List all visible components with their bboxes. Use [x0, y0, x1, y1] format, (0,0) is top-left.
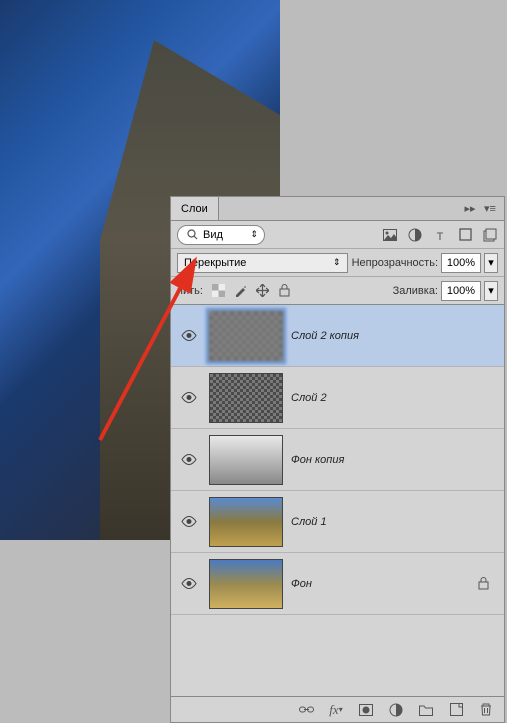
chevron-updown-icon: ⇕: [250, 229, 258, 240]
fill-input[interactable]: 100%: [441, 281, 481, 301]
layer-row[interactable]: Слой 1: [171, 491, 504, 553]
layer-lock-indicator: [478, 577, 498, 590]
chevron-updown-icon: ⇕: [333, 257, 341, 268]
layer-thumbnail[interactable]: [209, 435, 283, 485]
chevron-down-icon: ▾: [488, 284, 494, 297]
visibility-toggle[interactable]: [177, 454, 201, 465]
new-layer-icon[interactable]: [448, 702, 464, 718]
layer-row[interactable]: Фон копия: [171, 429, 504, 491]
panel-footer: fx▾: [171, 696, 504, 722]
lock-position-icon[interactable]: [255, 283, 271, 299]
lock-toolbar: пить: Заливка: 100% ▾: [171, 277, 504, 305]
lock-all-icon[interactable]: [277, 283, 293, 299]
tab-layers[interactable]: Слои: [171, 197, 219, 220]
opacity-label: Непрозрачность:: [352, 257, 438, 269]
panel-menu-icon[interactable]: ▾≡: [482, 201, 498, 217]
delete-layer-icon[interactable]: [478, 702, 494, 718]
fill-label: Заливка:: [393, 285, 438, 297]
layer-name[interactable]: Слой 2 копия: [291, 330, 470, 342]
blend-mode-select[interactable]: Перекрытие ⇕: [177, 253, 348, 273]
visibility-toggle[interactable]: [177, 516, 201, 527]
fill-dropdown[interactable]: ▾: [484, 281, 498, 301]
lock-label: пить:: [177, 285, 203, 297]
chevron-down-icon: ▾: [488, 256, 494, 269]
new-group-icon[interactable]: [418, 702, 434, 718]
link-layers-icon[interactable]: [298, 702, 314, 718]
layer-style-icon[interactable]: fx▾: [328, 702, 344, 718]
blend-mode-value: Перекрытие: [184, 257, 246, 269]
filter-smartobject-icon[interactable]: [482, 227, 498, 243]
layer-thumbnail[interactable]: [209, 311, 283, 361]
visibility-toggle[interactable]: [177, 330, 201, 341]
layer-thumbnail[interactable]: [209, 559, 283, 609]
opacity-dropdown[interactable]: ▾: [484, 253, 498, 273]
svg-text:T: T: [437, 231, 444, 241]
layer-row[interactable]: Слой 2 копия: [171, 305, 504, 367]
adjustment-layer-icon[interactable]: [388, 702, 404, 718]
panel-collapse-icon[interactable]: ▸▸: [462, 201, 478, 217]
opacity-input[interactable]: 100%: [441, 253, 481, 273]
visibility-toggle[interactable]: [177, 392, 201, 403]
filter-type-icon[interactable]: T: [432, 227, 448, 243]
layer-name[interactable]: Слой 2: [291, 392, 470, 404]
filter-toolbar: Вид ⇕ T: [171, 221, 504, 249]
layer-row[interactable]: Слой 2: [171, 367, 504, 429]
filter-type-label: Вид: [203, 229, 223, 241]
layers-list: Слой 2 копия Слой 2 Фон копия Слой 1 Фон: [171, 305, 504, 696]
layer-thumbnail[interactable]: [209, 497, 283, 547]
layers-panel: Слои ▸▸ ▾≡ Вид ⇕ T Перекрытие ⇕ Непрозра…: [170, 196, 505, 723]
lock-pixels-icon[interactable]: [233, 283, 249, 299]
layer-filter-type[interactable]: Вид ⇕: [177, 225, 265, 245]
filter-adjustment-icon[interactable]: [407, 227, 423, 243]
search-icon: [184, 227, 200, 243]
layer-name[interactable]: Слой 1: [291, 516, 470, 528]
layer-name[interactable]: Фон копия: [291, 454, 470, 466]
tab-label: Слои: [181, 203, 208, 215]
lock-transparency-icon[interactable]: [211, 283, 227, 299]
filter-pixel-icon[interactable]: [382, 227, 398, 243]
layer-thumbnail[interactable]: [209, 373, 283, 423]
blend-toolbar: Перекрытие ⇕ Непрозрачность: 100% ▾: [171, 249, 504, 277]
filter-shape-icon[interactable]: [457, 227, 473, 243]
layer-name[interactable]: Фон: [291, 578, 470, 590]
layer-row[interactable]: Фон: [171, 553, 504, 615]
layer-mask-icon[interactable]: [358, 702, 374, 718]
panel-tab-bar: Слои ▸▸ ▾≡: [171, 197, 504, 221]
visibility-toggle[interactable]: [177, 578, 201, 589]
